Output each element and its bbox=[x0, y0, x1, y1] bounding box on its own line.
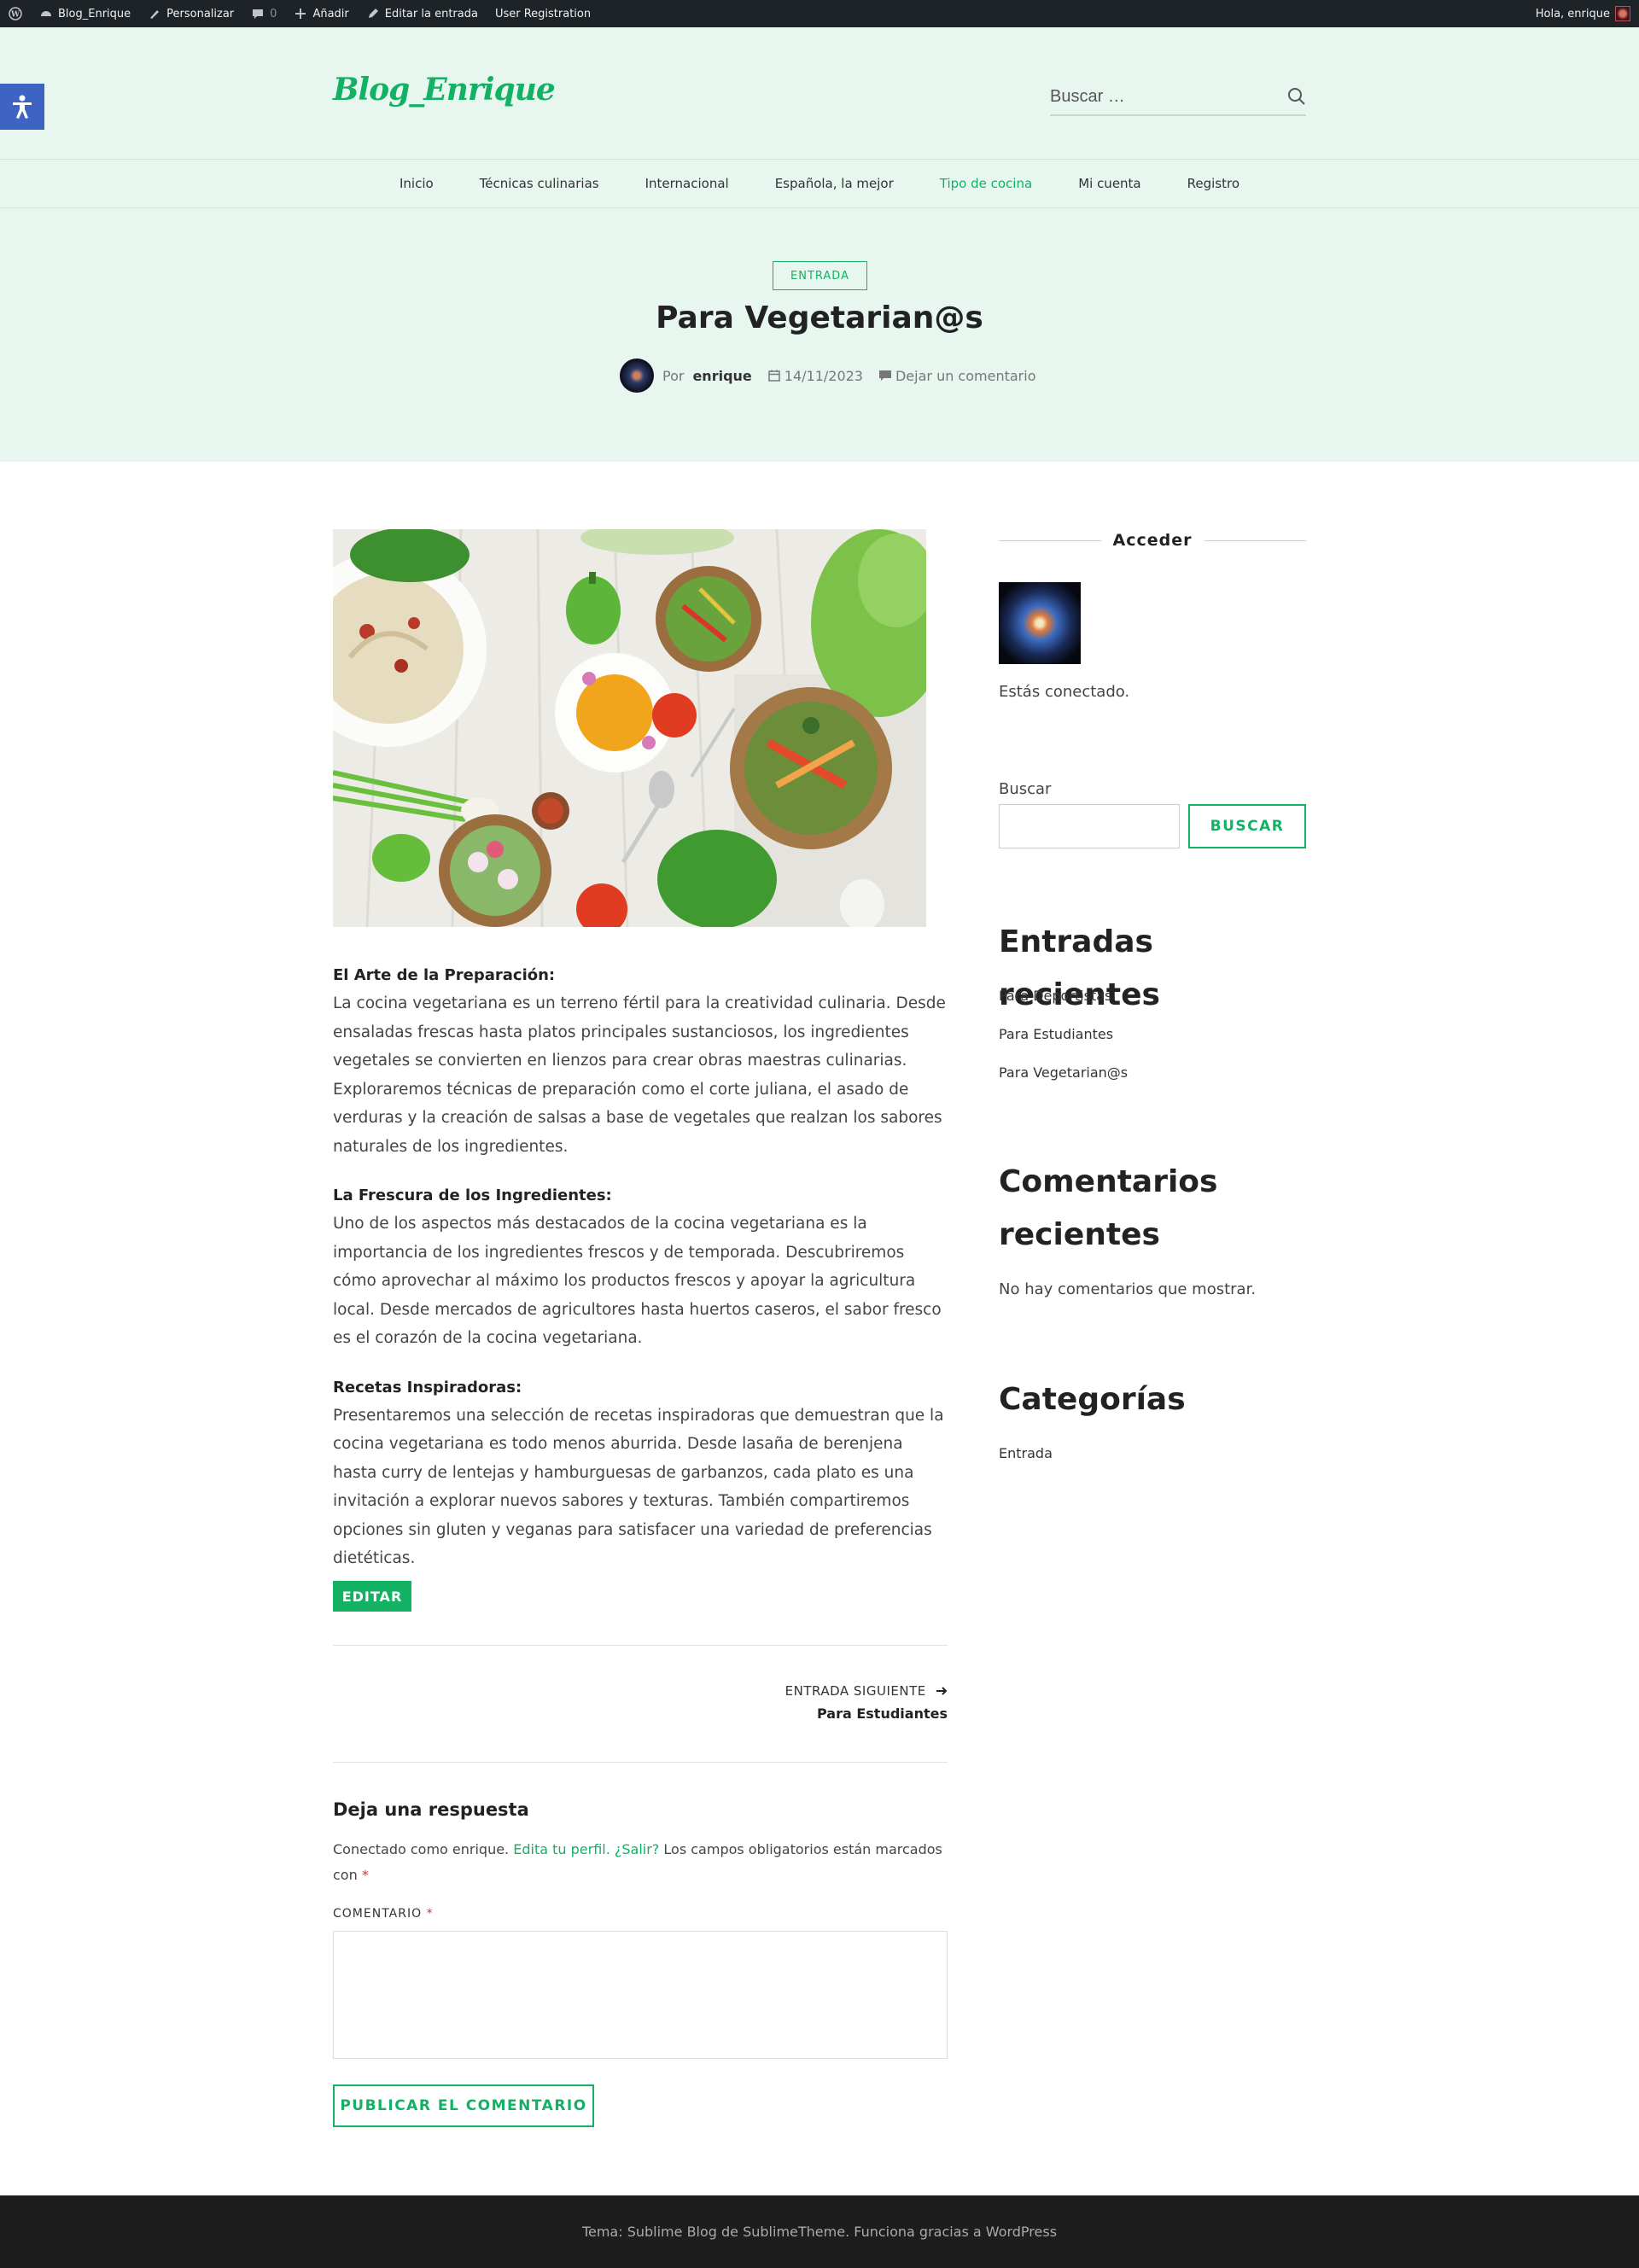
accessibility-icon bbox=[13, 95, 32, 119]
sidebar-search-input[interactable] bbox=[999, 804, 1180, 848]
recent-post-link[interactable]: Para Deportistas bbox=[999, 988, 1128, 1026]
nav-item-espanola[interactable]: Española, la mejor bbox=[752, 176, 917, 191]
section-body: La cocina vegetariana es un terreno fért… bbox=[333, 994, 946, 1156]
next-post-link[interactable]: Para Estudiantes bbox=[674, 1705, 948, 1722]
site-logo[interactable]: Blog_Enrique bbox=[333, 72, 556, 108]
footer-credits: Tema: Sublime Blog de SublimeTheme. Func… bbox=[581, 2224, 1058, 2240]
featured-image bbox=[333, 529, 926, 927]
logout-link[interactable]: ¿Salir? bbox=[615, 1841, 659, 1857]
edit-post-button[interactable]: EDITAR bbox=[333, 1581, 411, 1612]
divider bbox=[333, 1762, 948, 1763]
post-title: Para Vegetarian@s bbox=[656, 300, 983, 335]
section-heading: El Arte de la Preparación: bbox=[333, 966, 556, 984]
site-header: Blog_Enrique bbox=[0, 27, 1639, 159]
nav-item-registro[interactable]: Registro bbox=[1164, 176, 1263, 191]
reply-title: Deja una respuesta bbox=[333, 1799, 529, 1820]
admin-site-name: Blog_Enrique bbox=[58, 7, 131, 20]
sidebar-search-button[interactable]: BUSCAR bbox=[1188, 804, 1306, 848]
header-search-input[interactable] bbox=[1050, 86, 1255, 107]
admin-user-registration-link[interactable]: User Registration bbox=[487, 0, 599, 27]
admin-add-new-link[interactable]: Añadir bbox=[285, 0, 357, 27]
section-heading: La Frescura de los Ingredientes: bbox=[333, 1186, 612, 1204]
comment-label: COMENTARIO * bbox=[333, 1907, 434, 1921]
category-badge[interactable]: ENTRADA bbox=[773, 261, 867, 290]
svg-text:W: W bbox=[10, 11, 20, 20]
admin-account-menu[interactable]: Hola, enrique bbox=[1527, 0, 1639, 27]
vegetarian-dishes-illustration bbox=[333, 529, 926, 927]
recent-post-link[interactable]: Para Estudiantes bbox=[999, 1026, 1128, 1064]
calendar-icon bbox=[768, 370, 780, 382]
section-heading: Recetas Inspiradoras: bbox=[333, 1378, 522, 1396]
post-header: ENTRADA Para Vegetarian@s Por enrique 14… bbox=[0, 208, 1639, 462]
pencil-icon bbox=[368, 9, 378, 18]
sidebar-search-label: Buscar bbox=[999, 780, 1052, 798]
leave-comment-link[interactable]: Dejar un comentario bbox=[895, 368, 1036, 384]
comments-count: 0 bbox=[270, 7, 277, 20]
admin-comments-link[interactable]: 0 bbox=[242, 0, 285, 27]
post-content: El Arte de la Preparación: La cocina veg… bbox=[333, 961, 948, 1594]
post-meta: Por enrique 14/11/2023 Dejar un comentar… bbox=[620, 359, 1035, 393]
author-avatar bbox=[620, 359, 654, 393]
recent-post-link[interactable]: Para Vegetarian@s bbox=[999, 1064, 1128, 1103]
admin-bar: W Blog_Enrique Personalizar 0 Añadir Edi… bbox=[0, 0, 1639, 27]
category-link[interactable]: Entrada bbox=[999, 1445, 1053, 1484]
admin-avatar bbox=[1615, 6, 1630, 21]
admin-customize-link[interactable]: Personalizar bbox=[139, 0, 242, 27]
comment-bubble-icon bbox=[253, 9, 264, 19]
main-navigation: Inicio Técnicas culinarias Internacional… bbox=[0, 159, 1639, 208]
post-author-link[interactable]: enrique bbox=[692, 368, 751, 384]
divider bbox=[333, 1645, 948, 1646]
dashboard-icon bbox=[41, 11, 51, 16]
no-comments-note: No hay comentarios que mostrar. bbox=[999, 1280, 1257, 1298]
nav-item-internacional[interactable]: Internacional bbox=[622, 176, 752, 191]
plus-icon bbox=[295, 9, 306, 19]
categories-list: Entrada bbox=[999, 1445, 1053, 1484]
nav-item-tipo-de-cocina[interactable]: Tipo de cocina bbox=[917, 176, 1055, 191]
brush-icon bbox=[150, 10, 160, 19]
admin-edit-post-link[interactable]: Editar la entrada bbox=[358, 0, 487, 27]
user-avatar bbox=[999, 582, 1081, 664]
nav-item-inicio[interactable]: Inicio bbox=[376, 176, 457, 191]
section-body: Uno de los aspectos más destacados de la… bbox=[333, 1215, 942, 1347]
admin-greeting: Hola, enrique bbox=[1535, 7, 1610, 20]
search-icon[interactable] bbox=[1287, 87, 1306, 106]
categories-title: Categorías bbox=[999, 1382, 1186, 1417]
edit-profile-link[interactable]: Edita tu perfil. bbox=[513, 1841, 610, 1857]
comment-textarea[interactable] bbox=[333, 1931, 948, 2059]
nav-item-mi-cuenta[interactable]: Mi cuenta bbox=[1055, 176, 1164, 191]
recent-posts-list: Para Deportistas Para Estudiantes Para V… bbox=[999, 988, 1128, 1103]
comment-icon bbox=[878, 370, 891, 381]
admin-site-link[interactable]: Blog_Enrique bbox=[31, 0, 139, 27]
login-widget-title: Acceder bbox=[999, 531, 1307, 550]
header-search bbox=[1050, 79, 1306, 116]
site-footer: Tema: Sublime Blog de SublimeTheme. Func… bbox=[0, 2195, 1639, 2268]
wordpress-logo-icon[interactable]: W bbox=[0, 0, 31, 27]
nav-item-tecnicas-culinarias[interactable]: Técnicas culinarias bbox=[457, 176, 622, 191]
recent-comments-title: Comentarios recientes bbox=[999, 1164, 1218, 1252]
post-date[interactable]: 14/11/2023 bbox=[785, 368, 863, 384]
publish-comment-button[interactable]: PUBLICAR EL COMENTARIO bbox=[333, 2084, 594, 2127]
connected-status: Estás conectado. bbox=[999, 683, 1130, 701]
accessibility-toolbar-button[interactable] bbox=[0, 84, 44, 130]
section-body: Presentaremos una selección de recetas i… bbox=[333, 1406, 944, 1568]
required-mark: * bbox=[361, 1867, 369, 1883]
arrow-right-icon bbox=[936, 1687, 948, 1695]
next-post-label[interactable]: ENTRADA SIGUIENTE bbox=[674, 1683, 948, 1699]
post-by: Por bbox=[662, 367, 685, 384]
logged-in-note: Conectado como enrique. Edita tu perfil.… bbox=[333, 1841, 942, 1883]
